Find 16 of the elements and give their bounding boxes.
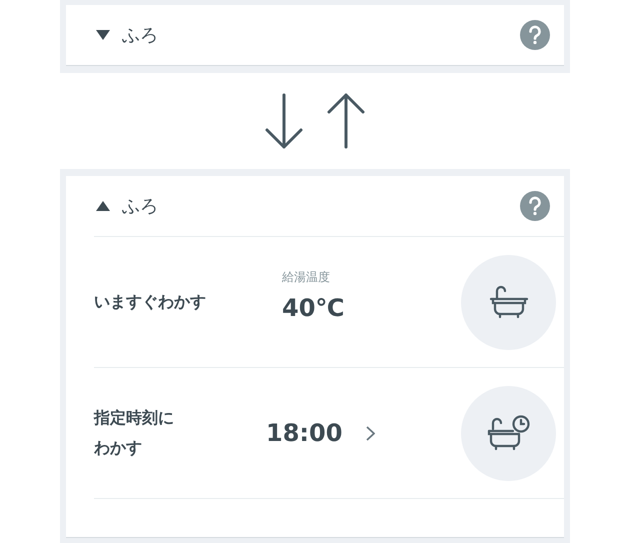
chevron-right-icon[interactable] — [366, 426, 376, 440]
row-label: いますぐわかす — [94, 291, 206, 313]
collapse-triangle-icon[interactable] — [96, 201, 110, 211]
up-arrow-icon — [327, 91, 365, 151]
help-icon[interactable] — [520, 20, 550, 50]
temperature-caption: 給湯温度 — [282, 269, 331, 286]
time-link[interactable]: 18:00 — [266, 415, 342, 451]
section-title[interactable]: ふろ — [122, 22, 158, 48]
section-title[interactable]: ふろ — [122, 192, 158, 220]
row-label: 指定時刻にわかす — [94, 407, 175, 459]
bathtub-icon — [488, 285, 528, 319]
expand-triangle-icon[interactable] — [96, 30, 110, 40]
temperature-value: 40℃ — [282, 293, 346, 324]
down-arrow-icon — [265, 91, 303, 151]
help-icon[interactable] — [520, 191, 550, 221]
bathtub-clock-icon — [486, 414, 530, 452]
